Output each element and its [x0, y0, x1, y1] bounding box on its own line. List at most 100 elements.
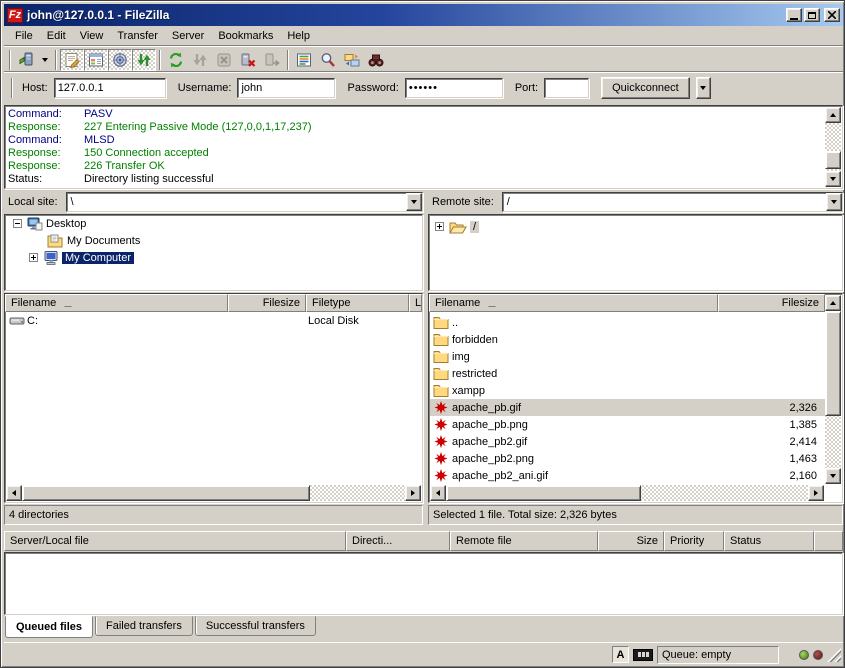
column-header-priority[interactable]: Priority: [664, 531, 724, 551]
toggle-log-view-button[interactable]: [60, 49, 84, 71]
maximize-button[interactable]: [804, 8, 820, 22]
remote-site-dropdown[interactable]: [826, 193, 842, 211]
collapse-icon[interactable]: [13, 219, 22, 228]
tree-item-desktop[interactable]: Desktop: [5, 215, 422, 232]
refresh-button[interactable]: [164, 49, 188, 71]
directory-listing-filters-button[interactable]: [292, 49, 316, 71]
scroll-right-button[interactable]: [405, 485, 421, 501]
remote-file-row[interactable]: forbidden: [430, 331, 825, 348]
directory-comparison-icon: [344, 52, 360, 68]
menu-server[interactable]: Server: [165, 28, 211, 44]
find-files-button[interactable]: [316, 49, 340, 71]
remote-file-row[interactable]: apache_pb.png 1,385: [430, 416, 825, 433]
scrollbar-thumb[interactable]: [22, 485, 310, 501]
speed-limits-icon[interactable]: [633, 649, 653, 661]
site-manager-button[interactable]: [14, 49, 38, 71]
remote-site-combo[interactable]: /: [502, 192, 843, 212]
password-input[interactable]: [405, 78, 503, 98]
column-header-direction[interactable]: Directi...: [346, 531, 450, 551]
quickconnect-dropdown[interactable]: [696, 77, 711, 99]
scroll-down-button[interactable]: [825, 171, 841, 187]
scroll-left-button[interactable]: [430, 485, 446, 501]
remote-file-row[interactable]: apache_pb2_ani.gif 2,160: [430, 467, 825, 484]
remote-vertical-scrollbar[interactable]: [825, 295, 841, 484]
tree-item-my-computer[interactable]: My Computer: [5, 249, 422, 266]
file-type: Local Disk: [308, 315, 359, 327]
column-header-filetype[interactable]: Filetype: [306, 294, 409, 312]
port-input[interactable]: [544, 78, 589, 98]
tree-item-my-documents[interactable]: My Documents: [5, 232, 422, 249]
tab-failed-transfers[interactable]: Failed transfers: [95, 616, 193, 636]
tree-item-label: /: [470, 221, 479, 233]
directory-comparison-button[interactable]: [340, 49, 364, 71]
menu-bookmarks[interactable]: Bookmarks: [211, 28, 280, 44]
column-header-last-modified[interactable]: L: [409, 294, 422, 312]
menu-edit[interactable]: Edit: [40, 28, 73, 44]
column-header-filename[interactable]: Filename: [5, 294, 228, 312]
scroll-up-button[interactable]: [825, 295, 841, 311]
expand-icon[interactable]: [29, 253, 38, 262]
remote-file-row[interactable]: ..: [430, 314, 825, 331]
column-header-remote-file[interactable]: Remote file: [450, 531, 598, 551]
folder-icon: [433, 384, 449, 397]
remote-file-row[interactable]: img: [430, 348, 825, 365]
column-header-server-local-file[interactable]: Server/Local file: [4, 531, 346, 551]
menu-file[interactable]: File: [8, 28, 40, 44]
remote-horizontal-scrollbar[interactable]: [430, 485, 824, 501]
scrollbar-thumb[interactable]: [825, 311, 841, 416]
quickconnect-button[interactable]: Quickconnect: [601, 77, 690, 99]
process-queue-button[interactable]: [188, 49, 212, 71]
minimize-button[interactable]: [786, 8, 802, 22]
queue-list[interactable]: [4, 552, 843, 615]
scroll-right-button[interactable]: [808, 485, 824, 501]
queue-header: Server/Local file Directi... Remote file…: [4, 531, 843, 551]
process-queue-icon-disabled: [192, 52, 208, 68]
menu-transfer[interactable]: Transfer: [110, 28, 165, 44]
scroll-up-button[interactable]: [825, 107, 841, 123]
username-input[interactable]: [237, 78, 335, 98]
send-led-icon: [813, 650, 823, 660]
local-horizontal-scrollbar[interactable]: [6, 485, 421, 501]
remote-file-row[interactable]: apache_pb2.gif 2,414: [430, 433, 825, 450]
site-manager-dropdown[interactable]: [38, 49, 52, 71]
folder-icon: [433, 350, 449, 363]
scrollbar-thumb[interactable]: [446, 485, 641, 501]
remote-file-row-selected[interactable]: apache_pb.gif 2,326: [430, 399, 825, 416]
column-header-status[interactable]: Status: [724, 531, 814, 551]
column-header-filesize[interactable]: Filesize: [228, 294, 306, 312]
local-file-row[interactable]: C: Local Disk: [5, 312, 422, 329]
remote-file-row[interactable]: xampp: [430, 382, 825, 399]
local-site-combo[interactable]: \: [66, 192, 423, 212]
synchronized-browsing-button[interactable]: [364, 49, 388, 71]
column-header-filesize[interactable]: Filesize: [718, 294, 825, 312]
toggle-local-tree-button[interactable]: [84, 49, 108, 71]
scroll-down-button[interactable]: [825, 468, 841, 484]
cancel-icon-disabled: [216, 52, 232, 68]
remote-file-row[interactable]: restricted: [430, 365, 825, 382]
expand-icon[interactable]: [435, 222, 444, 231]
tab-successful-transfers[interactable]: Successful transfers: [195, 616, 316, 636]
resize-grip[interactable]: [827, 648, 841, 662]
disconnect-button[interactable]: [236, 49, 260, 71]
toggle-remote-tree-button[interactable]: [108, 49, 132, 71]
column-header-size[interactable]: Size: [598, 531, 664, 551]
reconnect-button[interactable]: [260, 49, 284, 71]
transfer-queue-icon: [136, 52, 152, 68]
remote-file-row[interactable]: apache_pb2.png 1,463: [430, 450, 825, 467]
scrollbar-thumb[interactable]: [825, 151, 841, 169]
menu-view[interactable]: View: [73, 28, 111, 44]
local-site-dropdown[interactable]: [406, 193, 422, 211]
tree-item-root[interactable]: /: [429, 218, 842, 235]
close-button[interactable]: [824, 8, 840, 22]
tab-queued-files[interactable]: Queued files: [5, 616, 93, 638]
column-header-filename[interactable]: Filename: [429, 294, 718, 312]
separator: [55, 50, 57, 70]
data-type-indicator[interactable]: A: [612, 646, 629, 663]
cancel-operation-button[interactable]: [212, 49, 236, 71]
host-input[interactable]: [54, 78, 166, 98]
log-scrollbar[interactable]: [825, 107, 841, 187]
scroll-left-button[interactable]: [6, 485, 22, 501]
menu-help[interactable]: Help: [280, 28, 317, 44]
toggle-transfer-queue-button[interactable]: [132, 49, 156, 71]
file-name: apache_pb2.png: [452, 453, 725, 465]
